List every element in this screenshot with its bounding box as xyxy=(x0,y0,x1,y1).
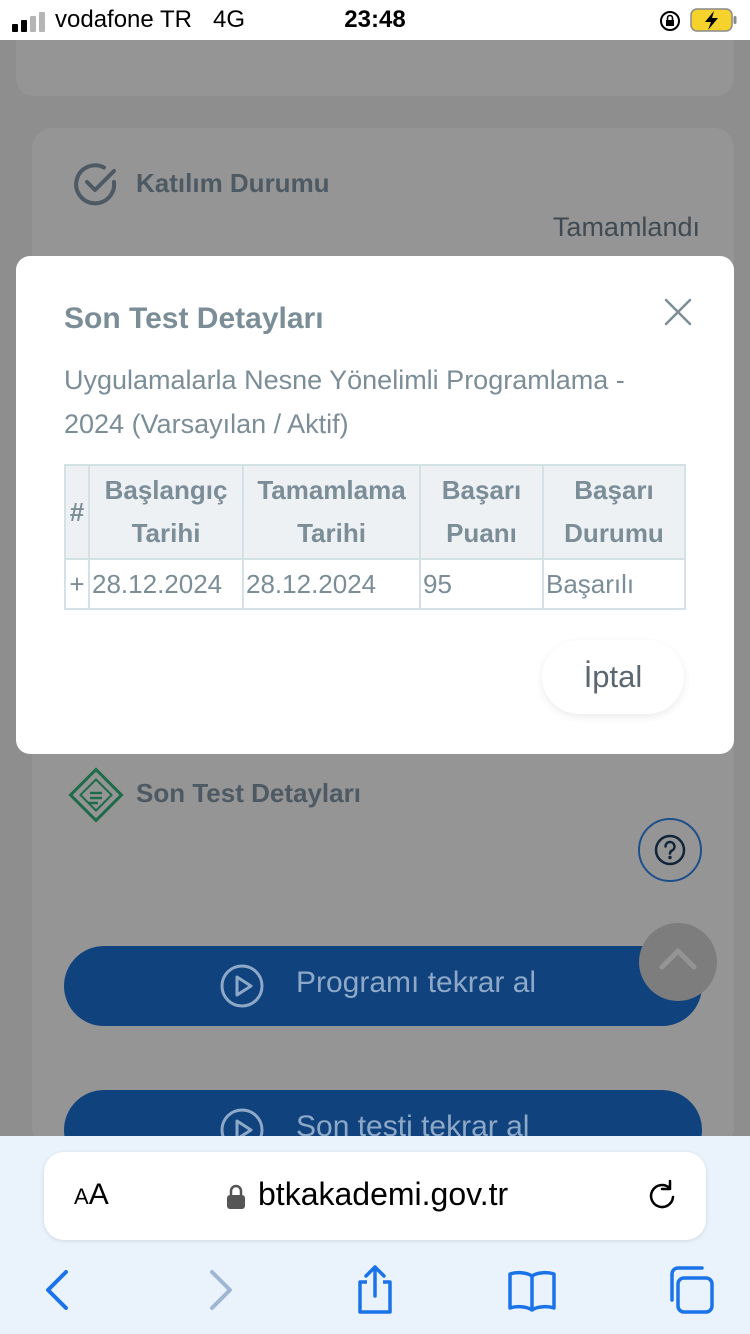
previous-card xyxy=(16,40,734,96)
test-results-table: # Başlangıç Tarihi Tamamlama Tarihi Başa… xyxy=(64,464,686,610)
expand-row-toggle[interactable]: + xyxy=(64,558,90,610)
chevron-up-icon xyxy=(659,948,697,970)
score-cell: 95 xyxy=(419,558,544,610)
play-circle-icon xyxy=(220,964,264,1008)
browser-toolbar: AA btkakademi.gov.tr xyxy=(0,1136,750,1334)
last-test-details-label[interactable]: Son Test Detayları xyxy=(136,778,361,809)
column-header-score: Başarı Puanı xyxy=(419,464,544,560)
column-header-completion-date: Tamamlama Tarihi xyxy=(242,464,421,560)
question-icon xyxy=(654,834,686,866)
table-row: + 28.12.2024 28.12.2024 95 Başarılı xyxy=(64,558,686,610)
program-name: Uygulamalarla Nesne Yönelimli Programlam… xyxy=(64,365,625,439)
start-date-cell: 28.12.2024 xyxy=(88,558,244,610)
cancel-button[interactable]: İptal xyxy=(542,640,684,714)
reader-text-size-button[interactable]: AA xyxy=(74,1178,109,1212)
column-header-start-date: Başlangıç Tarihi xyxy=(88,464,244,560)
table-header-row: # Başlangıç Tarihi Tamamlama Tarihi Başa… xyxy=(64,464,686,560)
completion-date-cell: 28.12.2024 xyxy=(242,558,421,610)
lock-icon xyxy=(227,1184,245,1209)
status-cell: Başarılı xyxy=(542,558,686,610)
reload-icon[interactable] xyxy=(644,1178,680,1214)
address-bar[interactable]: AA btkakademi.gov.tr xyxy=(44,1152,706,1240)
check-circle-icon xyxy=(74,163,117,206)
status-bar: vodafone TR 4G 23:48 xyxy=(0,0,750,40)
column-header-status: Başarı Durumu xyxy=(542,464,686,560)
battery-charging-icon xyxy=(690,8,737,32)
participation-status-label: Katılım Durumu xyxy=(136,168,330,198)
test-details-modal: Son Test Detayları Uygulamalarla Nesne Y… xyxy=(16,256,734,754)
column-header-index: # xyxy=(64,464,90,560)
participation-status-value: Tamamlandı xyxy=(552,212,700,242)
retake-program-label: Programı tekrar al xyxy=(296,966,537,999)
bookmarks-icon[interactable] xyxy=(506,1264,558,1316)
clock: 23:48 xyxy=(344,6,406,33)
orientation-lock-icon xyxy=(660,11,680,31)
help-button[interactable] xyxy=(638,818,702,882)
tabs-icon[interactable] xyxy=(664,1264,716,1316)
share-icon[interactable] xyxy=(349,1264,401,1316)
forward-icon[interactable] xyxy=(194,1264,246,1316)
back-icon[interactable] xyxy=(32,1264,84,1316)
close-icon[interactable] xyxy=(662,296,694,328)
scroll-to-top-button[interactable] xyxy=(639,923,717,1001)
retake-program-button[interactable]: Programı tekrar al xyxy=(64,946,702,1026)
url-text: btkakademi.gov.tr xyxy=(258,1176,509,1212)
modal-title: Son Test Detayları xyxy=(64,302,324,335)
test-details-icon xyxy=(68,767,124,823)
